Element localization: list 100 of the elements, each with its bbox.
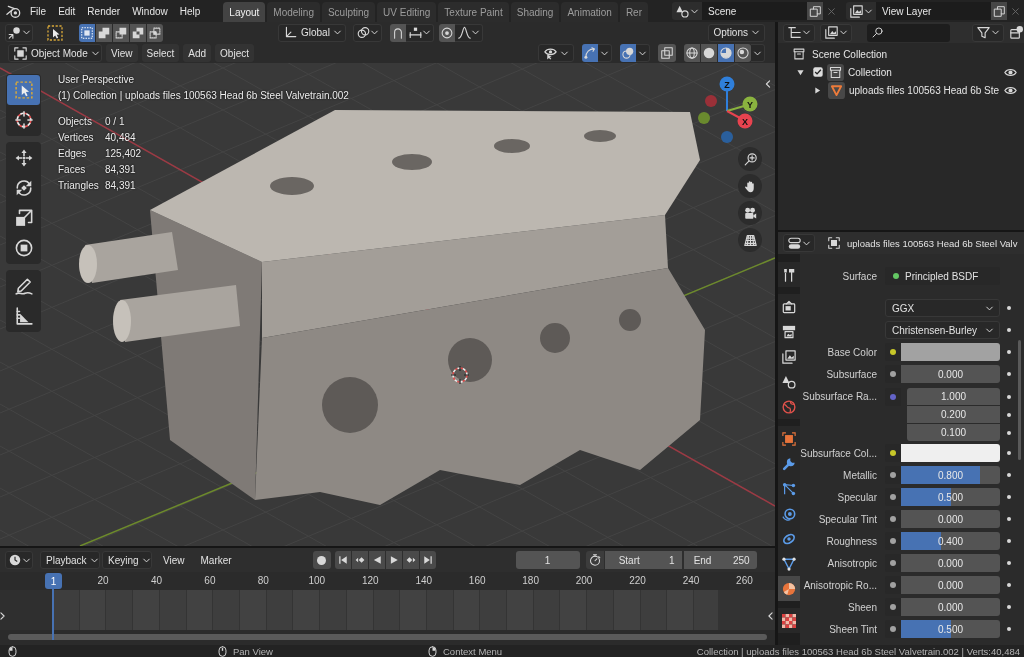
select-mode-button[interactable] (147, 23, 163, 42)
menu-item[interactable]: View (158, 551, 190, 569)
keyframe-dot-icon[interactable] (1007, 539, 1011, 543)
menu-item[interactable]: Window (126, 1, 174, 21)
keyframe-dot-icon[interactable] (1007, 350, 1011, 354)
keyframe-dot-icon[interactable] (1007, 517, 1011, 521)
menu-item[interactable]: Add (183, 44, 212, 62)
outliner-item-label[interactable]: Scene Collection (812, 48, 888, 60)
play-button[interactable] (385, 551, 402, 569)
number-field[interactable]: 1.000 (907, 388, 1000, 405)
falloff-dropdown[interactable] (455, 23, 483, 42)
keyframe-dot-icon[interactable] (1007, 395, 1011, 399)
overlay-dropdown[interactable] (636, 44, 650, 62)
menu-item[interactable]: Edit (52, 1, 82, 21)
perspective-toggle-button[interactable] (738, 228, 762, 252)
select-mode-button[interactable] (79, 23, 95, 42)
dropdown[interactable]: GGX (885, 299, 1000, 317)
shading-dropdown[interactable] (751, 44, 765, 62)
keyframe-dot-icon[interactable] (1007, 495, 1011, 499)
play-reverse-button[interactable] (368, 551, 385, 569)
number-field[interactable]: 0.000 (901, 598, 1000, 616)
keyframe-dot-icon[interactable] (1007, 627, 1011, 631)
keyframe-dot-icon[interactable] (1007, 605, 1011, 609)
properties-tab[interactable] (778, 576, 800, 601)
shading-mode-button[interactable] (684, 44, 700, 62)
dropdown[interactable]: Playback (40, 551, 100, 569)
menu-item[interactable]: Object (215, 44, 254, 62)
current-frame-marker[interactable]: 1 (45, 573, 62, 589)
select-mode-button[interactable] (113, 23, 129, 42)
camera-view-button[interactable] (738, 201, 762, 225)
zoom-view-button[interactable] (738, 147, 762, 171)
workspace-tab[interactable]: Layout (223, 2, 266, 22)
editor-type-button[interactable] (5, 23, 33, 42)
snap-element-dropdown[interactable] (406, 23, 434, 42)
editor-type-button[interactable] (783, 234, 815, 252)
keyframe-dot-icon[interactable] (1007, 431, 1011, 435)
jump-to-start-button[interactable] (334, 551, 351, 569)
color-swatch[interactable] (901, 444, 1000, 462)
shader-selector[interactable]: Principled BSDF (885, 267, 1000, 285)
search-field[interactable] (867, 23, 950, 42)
editor-type-button[interactable] (5, 551, 33, 569)
copy-button[interactable] (991, 2, 1007, 20)
workspace-tab[interactable]: UV Editing (377, 2, 437, 22)
horizontal-scrollbar[interactable] (8, 634, 767, 640)
view-layer-name-field[interactable]: View Layer (876, 2, 991, 20)
previous-keyframe-button[interactable] (351, 551, 368, 569)
dropdown[interactable]: Keying (102, 551, 152, 569)
menu-item[interactable]: Render (81, 1, 127, 21)
gizmo-toggle[interactable] (582, 44, 598, 62)
gizmo-dropdown[interactable] (598, 44, 612, 62)
outliner-item-label[interactable]: uploads files 100563 Head 6b Ste (849, 84, 1000, 96)
number-field[interactable]: 0.100 (907, 424, 1000, 441)
negative-y-axis-icon[interactable] (698, 112, 710, 124)
workspace-tab[interactable]: Animation (561, 2, 618, 22)
menu-item[interactable]: View (106, 44, 138, 62)
collapsed-arrow-icon[interactable] (814, 86, 821, 94)
pivot-dropdown[interactable] (353, 23, 382, 42)
checkbox[interactable] (813, 67, 823, 77)
sidebar-toggle-icon[interactable] (765, 80, 771, 88)
x-axis-handle[interactable]: X (726, 110, 753, 129)
proportional-edit-toggle[interactable] (439, 23, 455, 42)
number-field[interactable]: 0.000 (901, 510, 1000, 528)
display-mode-dropdown[interactable] (783, 23, 815, 42)
menu-item[interactable]: Help (173, 1, 207, 21)
workspace-tab[interactable]: Sculpting (321, 2, 376, 22)
active-tool-button[interactable] (45, 23, 64, 42)
snap-toggle[interactable] (390, 23, 406, 42)
shading-mode-button[interactable] (701, 44, 717, 62)
options-dropdown[interactable]: Options (707, 23, 765, 42)
copy-button[interactable] (807, 2, 823, 20)
keyframe-dot-icon[interactable] (1007, 561, 1011, 565)
value-slider[interactable]: 0.800 (901, 466, 1000, 484)
scene-name-field[interactable]: Scene (702, 2, 807, 20)
select-mode-button[interactable] (96, 23, 112, 42)
menu-item[interactable]: File (24, 1, 53, 21)
next-keyframe-button[interactable] (402, 551, 419, 569)
visibility-dropdown[interactable] (538, 44, 574, 62)
end-frame-field[interactable]: End 250 (683, 551, 757, 569)
dropdown[interactable]: Christensen-Burley (885, 321, 1000, 339)
color-swatch[interactable] (901, 343, 1000, 361)
scrollbar-thumb[interactable] (1018, 340, 1021, 460)
record-button[interactable] (312, 551, 331, 569)
outliner-item-label[interactable]: Collection (848, 66, 892, 78)
workspace-tab[interactable]: Modeling (267, 2, 320, 22)
current-frame-field[interactable]: 1 (515, 551, 580, 569)
workspace-tab[interactable]: Rer (619, 2, 648, 22)
workspace-tab[interactable]: Texture Paint (438, 2, 509, 22)
keyframe-dot-icon[interactable] (1007, 372, 1011, 376)
z-axis-handle[interactable]: Z (719, 76, 735, 112)
number-field[interactable]: 0.000 (901, 576, 1000, 594)
workspace-tab[interactable]: Shading (510, 2, 560, 22)
overlay-toggle[interactable] (620, 44, 636, 62)
mode-dropdown[interactable]: Object Mode (8, 44, 102, 62)
select-box-tool[interactable] (7, 75, 40, 105)
select-mode-button[interactable] (130, 23, 146, 42)
expanded-arrow-icon[interactable] (797, 68, 804, 76)
orientation-dropdown[interactable]: Global (278, 23, 346, 42)
logo-icon[interactable] (6, 3, 21, 19)
keyframe-dot-icon[interactable] (1007, 583, 1011, 587)
keyframe-dot-icon[interactable] (1007, 306, 1011, 310)
